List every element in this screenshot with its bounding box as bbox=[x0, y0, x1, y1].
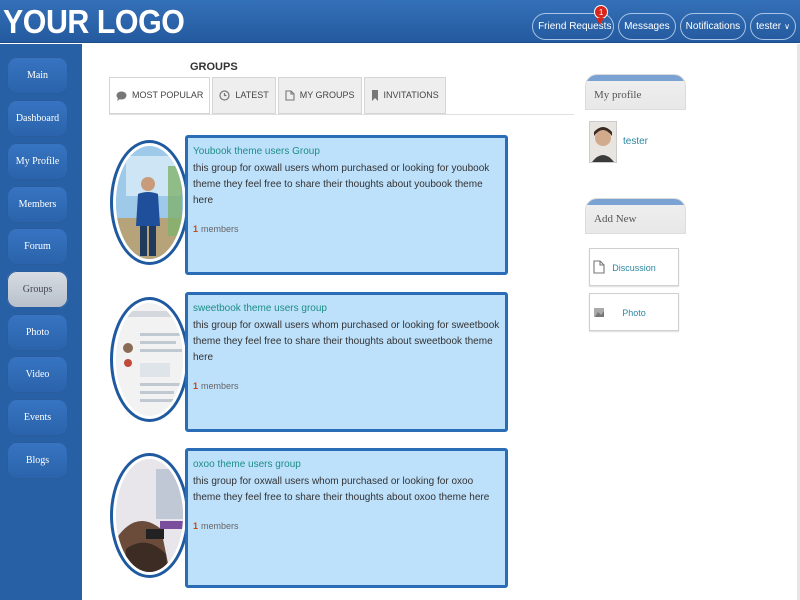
add-photo-label: Photo bbox=[622, 308, 646, 318]
messages-button[interactable]: Messages bbox=[618, 13, 676, 40]
group-title-link[interactable]: oxoo theme users group bbox=[193, 459, 500, 470]
group-members[interactable]: 1 members bbox=[193, 521, 500, 531]
tab-latest-label: LATEST bbox=[235, 90, 269, 100]
group-card: sweetbook theme users group this group f… bbox=[185, 292, 508, 432]
sidebar-item-photo[interactable]: Photo bbox=[7, 314, 68, 351]
members-label: members bbox=[201, 521, 239, 531]
site-logo[interactable]: YOUR LOGO bbox=[3, 0, 185, 43]
sidebar-item-forum[interactable]: Forum bbox=[7, 228, 68, 265]
sidebar-item-members[interactable]: Members bbox=[7, 186, 68, 223]
tab-invitations-label: INVITATIONS bbox=[383, 90, 439, 100]
sidebar-item-my-profile[interactable]: My Profile bbox=[7, 143, 68, 180]
member-count: 1 bbox=[193, 224, 199, 234]
group-description: this group for oxwall users whom purchas… bbox=[193, 320, 500, 363]
photo-icon bbox=[594, 308, 604, 317]
main-content: GROUPS MOST POPULAR LATEST MY GROUPS INV… bbox=[82, 44, 800, 600]
top-nav: Friend Requests 1 Messages Notifications… bbox=[532, 5, 796, 40]
group-tabs: MOST POPULAR LATEST MY GROUPS INVITATION… bbox=[109, 77, 446, 114]
document-icon bbox=[593, 260, 605, 274]
badge-pointer-icon bbox=[596, 18, 605, 25]
sidebar-item-blogs[interactable]: Blogs bbox=[7, 442, 68, 479]
add-new-widget-heading: Add New bbox=[585, 198, 686, 234]
notifications-button[interactable]: Notifications bbox=[679, 13, 747, 40]
page-title: GROUPS bbox=[190, 61, 238, 73]
bookmark-icon bbox=[371, 90, 378, 101]
group-card: oxoo theme users group this group for ox… bbox=[185, 448, 508, 588]
friend-requests-button[interactable]: Friend Requests 1 bbox=[532, 5, 615, 40]
profile-username-link[interactable]: tester bbox=[623, 136, 648, 147]
member-count: 1 bbox=[193, 521, 199, 531]
group-description: this group for oxwall users whom purchas… bbox=[193, 476, 490, 503]
sidebar: Main Dashboard My Profile Members Forum … bbox=[0, 44, 82, 600]
group-avatar-image bbox=[116, 459, 183, 572]
member-count: 1 bbox=[193, 381, 199, 391]
group-item: oxoo theme users group this group for ox… bbox=[110, 448, 510, 590]
group-avatar[interactable] bbox=[110, 140, 189, 265]
tab-divider bbox=[109, 114, 574, 115]
add-discussion-button[interactable]: Discussion bbox=[589, 248, 679, 286]
tab-my-groups-label: MY GROUPS bbox=[299, 90, 355, 100]
user-menu-label: tester bbox=[756, 21, 782, 32]
tab-most-popular[interactable]: MOST POPULAR bbox=[109, 77, 211, 114]
tab-latest[interactable]: LATEST bbox=[212, 77, 276, 114]
tab-most-popular-label: MOST POPULAR bbox=[132, 90, 204, 100]
tab-invitations[interactable]: INVITATIONS bbox=[363, 77, 446, 114]
top-header: YOUR LOGO Friend Requests 1 Messages Not… bbox=[0, 0, 800, 43]
add-discussion-label: Discussion bbox=[612, 263, 656, 273]
sidebar-item-main[interactable]: Main bbox=[7, 57, 68, 94]
group-description: this group for oxwall users whom purchas… bbox=[193, 163, 490, 206]
avatar[interactable] bbox=[589, 121, 617, 163]
group-item: sweetbook theme users group this group f… bbox=[110, 292, 510, 434]
group-avatar-image bbox=[116, 146, 183, 259]
add-photo-button[interactable]: Photo bbox=[589, 293, 679, 331]
sidebar-item-dashboard[interactable]: Dashboard bbox=[7, 100, 68, 137]
group-avatar[interactable] bbox=[110, 453, 189, 578]
group-card: Youbook theme users Group this group for… bbox=[185, 135, 508, 275]
group-members[interactable]: 1 members bbox=[193, 381, 500, 391]
members-label: members bbox=[201, 224, 239, 234]
group-avatar-image bbox=[116, 303, 183, 416]
document-icon bbox=[285, 90, 295, 101]
group-members[interactable]: 1 members bbox=[193, 224, 500, 234]
clock-icon bbox=[219, 90, 230, 101]
group-avatar[interactable] bbox=[110, 297, 189, 422]
group-title-link[interactable]: sweetbook theme users group bbox=[193, 303, 500, 314]
user-menu-button[interactable]: tester ∨ bbox=[750, 13, 796, 40]
speech-bubble-icon bbox=[116, 91, 127, 101]
my-profile-widget-heading: My profile bbox=[585, 74, 686, 110]
tab-my-groups[interactable]: MY GROUPS bbox=[277, 77, 362, 114]
group-item: Youbook theme users Group this group for… bbox=[110, 135, 510, 277]
sidebar-item-groups[interactable]: Groups bbox=[7, 271, 68, 308]
members-label: members bbox=[201, 381, 239, 391]
profile-photo bbox=[590, 122, 616, 162]
group-title-link[interactable]: Youbook theme users Group bbox=[193, 146, 500, 157]
notification-badge: 1 bbox=[594, 5, 609, 19]
chevron-down-icon: ∨ bbox=[784, 22, 790, 31]
sidebar-item-video[interactable]: Video bbox=[7, 356, 68, 393]
sidebar-item-events[interactable]: Events bbox=[7, 399, 68, 436]
